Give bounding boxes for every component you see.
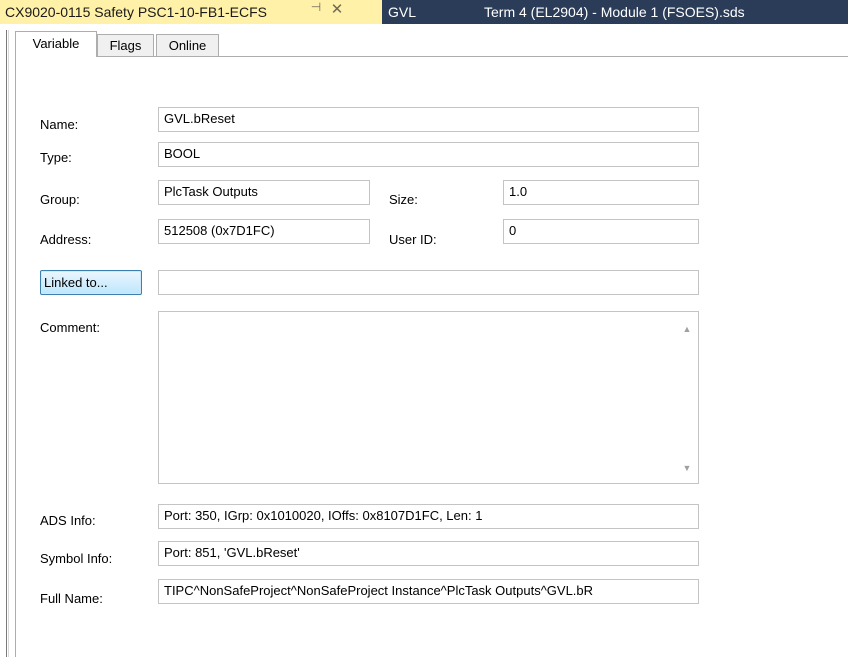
type-label: Type: [40, 150, 72, 165]
full-name-label: Full Name: [40, 591, 103, 606]
panel-left-border-inner [8, 30, 9, 657]
doc-tab-gvl[interactable]: GVL [388, 0, 478, 24]
tab-page-left-border [15, 56, 16, 657]
name-field[interactable]: GVL.bReset [158, 107, 699, 132]
scroll-up-arrow-icon[interactable]: ▲ [682, 324, 692, 334]
address-label: Address: [40, 232, 92, 247]
tab-flags[interactable]: Flags [97, 34, 154, 56]
comment-textarea[interactable]: ▲ ▼ [158, 311, 699, 484]
doc-tab-term4[interactable]: Term 4 (EL2904) - Module 1 (FSOES).sds [484, 0, 844, 24]
userid-label: User ID: [389, 232, 437, 247]
doc-tab-gvl-label: GVL [388, 4, 417, 20]
tab-online[interactable]: Online [156, 34, 219, 56]
pin-icon[interactable]: ⊣ [307, 0, 325, 14]
linked-to-button[interactable]: Linked to... [40, 270, 142, 295]
size-field[interactable]: 1.0 [503, 180, 699, 205]
comment-label: Comment: [40, 320, 100, 335]
tab-flags-label: Flags [109, 38, 142, 53]
tab-variable-label: Variable [32, 36, 80, 51]
ads-info-label: ADS Info: [40, 513, 96, 528]
tab-online-label: Online [168, 38, 207, 53]
userid-field[interactable]: 0 [503, 219, 699, 244]
group-field[interactable]: PlcTask Outputs [158, 180, 370, 205]
document-tab-strip: CX9020-0115 Safety PSC1-10-FB1-ECFS ⊣ ✕ … [0, 0, 848, 24]
doc-tab-term4-label: Term 4 (EL2904) - Module 1 (FSOES).sds [484, 4, 745, 20]
size-label: Size: [389, 192, 418, 207]
doc-tab-cx9020-label: CX9020-0115 Safety PSC1-10-FB1-ECFS [5, 4, 267, 20]
scroll-down-arrow-icon[interactable]: ▼ [682, 463, 692, 473]
close-icon[interactable]: ✕ [328, 0, 346, 18]
tab-variable[interactable]: Variable [15, 31, 97, 57]
symbol-info-label: Symbol Info: [40, 551, 113, 566]
address-field[interactable]: 512508 (0x7D1FC) [158, 219, 370, 244]
ads-info-field[interactable]: Port: 350, IGrp: 0x1010020, IOffs: 0x810… [158, 504, 699, 529]
panel-left-border [6, 30, 7, 657]
linked-to-field[interactable] [158, 270, 699, 295]
full-name-field[interactable]: TIPC^NonSafeProject^NonSafeProject Insta… [158, 579, 699, 604]
group-label: Group: [40, 192, 80, 207]
type-field[interactable]: BOOL [158, 142, 699, 167]
tab-page-top-border [15, 56, 848, 57]
name-label: Name: [40, 117, 79, 132]
symbol-info-field[interactable]: Port: 851, 'GVL.bReset' [158, 541, 699, 566]
